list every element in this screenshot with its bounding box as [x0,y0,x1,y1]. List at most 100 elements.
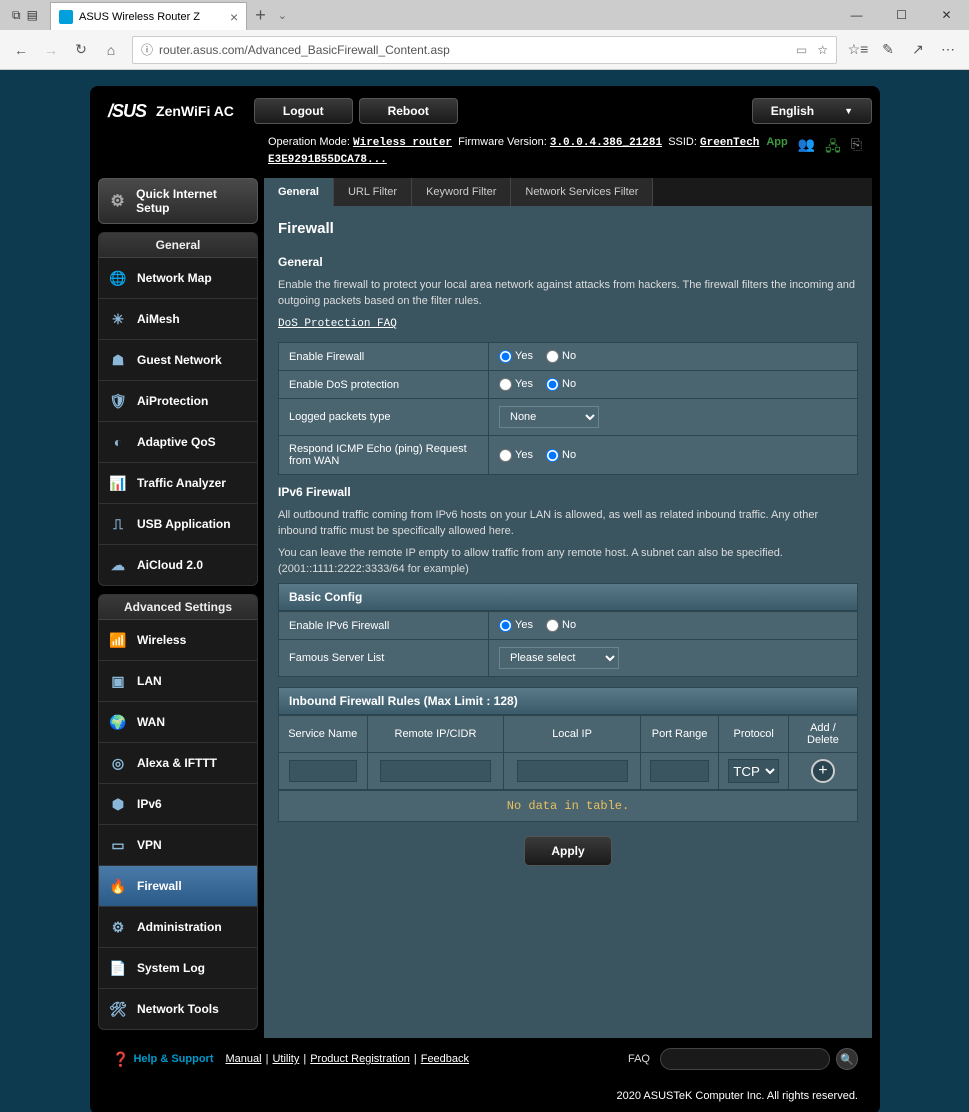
logged-packets-select[interactable]: None [499,406,599,428]
guest-icon: ☗ [107,350,129,370]
faq-search-button[interactable]: 🔍 [836,1048,858,1070]
apply-button[interactable]: Apply [524,836,611,866]
usb-icon[interactable]: ⎘ [851,136,862,160]
sidebar-aiprotection[interactable]: 🛡AiProtection [99,381,257,422]
op-mode-link[interactable]: Wireless router [353,137,452,149]
wan-icon: 🌍 [107,712,129,732]
tab-url-filter[interactable]: URL Filter [334,178,412,206]
url-bar[interactable]: ⓘ router.asus.com/Advanced_BasicFirewall… [132,36,837,64]
firmware-link[interactable]: 3.0.0.4.386_21281 [550,137,662,149]
notes-icon[interactable]: ✎ [873,35,903,65]
lan-icon: ▣ [107,671,129,691]
gear-icon: ⚙ [107,190,128,212]
col-local-ip: Local IP [504,716,640,753]
nav-refresh[interactable]: ↻ [66,35,96,65]
sidebar-lan[interactable]: ▣LAN [99,661,257,702]
sidebar-adaptive-qos[interactable]: ◐Adaptive QoS [99,422,257,463]
input-service-name[interactable] [289,760,357,782]
quick-internet-setup[interactable]: ⚙ Quick Internet Setup [98,178,258,224]
page-title: Firewall [278,220,858,237]
mac-link[interactable]: E3E9291B55DCA78... [268,154,387,166]
browser-tab-strip: ⧉▤ ASUS Wireless Router Z × + ⌄ — ☐ ✕ [0,0,969,30]
select-protocol[interactable]: TCP [728,759,779,783]
window-minimize[interactable]: — [834,0,879,30]
enable-firewall-yes[interactable] [499,350,512,363]
sidebar-network-map[interactable]: 🌐Network Map [99,258,257,299]
help-support-label: Help & Support [133,1053,213,1065]
logout-button[interactable]: Logout [254,98,353,124]
sidebar-aimesh[interactable]: ✳AiMesh [99,299,257,340]
clients-icon[interactable]: 👥 [798,136,815,160]
enable-dos-no[interactable] [546,378,559,391]
network-icon[interactable]: 🖧 [825,136,841,160]
sidebar-ipv6[interactable]: ⬢IPv6 [99,784,257,825]
sidebar-traffic-analyzer[interactable]: 📊Traffic Analyzer [99,463,257,504]
nav-forward[interactable]: → [36,35,66,65]
sidebar-vpn[interactable]: ▭VPN [99,825,257,866]
fire-icon: 🔥 [107,876,129,896]
col-protocol: Protocol [719,716,788,753]
tab-network-services-filter[interactable]: Network Services Filter [511,178,653,206]
icmp-no[interactable] [546,449,559,462]
globe-icon: 🌐 [107,268,129,288]
sidebar-alexa-ifttt[interactable]: ◎Alexa & IFTTT [99,743,257,784]
ipv6-firewall-no[interactable] [546,619,559,632]
sidebar-system-log[interactable]: 📄System Log [99,948,257,989]
famous-server-select[interactable]: Please select [499,647,619,669]
general-heading: General [278,255,858,269]
chart-icon: 📊 [107,473,129,493]
sidebar-wireless[interactable]: 📶Wireless [99,620,257,661]
sidebar-guest-network[interactable]: ☗Guest Network [99,340,257,381]
sidebar-administration[interactable]: ⚙Administration [99,907,257,948]
footer-manual[interactable]: Manual [226,1053,262,1065]
reboot-button[interactable]: Reboot [359,98,458,124]
input-port-range[interactable] [650,760,709,782]
share-icon[interactable]: ↗ [903,35,933,65]
sidebar-usb-application[interactable]: ⎍USB Application [99,504,257,545]
nav-home[interactable]: ⌂ [96,35,126,65]
language-selector[interactable]: English▼ [752,98,872,124]
reader-icon[interactable]: ▭ [796,43,807,57]
mesh-icon: ✳ [107,309,129,329]
sidebar-aicloud[interactable]: ☁AiCloud 2.0 [99,545,257,585]
footer-feedback[interactable]: Feedback [421,1053,469,1065]
browser-nav-bar: ← → ↻ ⌂ ⓘ router.asus.com/Advanced_Basic… [0,30,969,70]
input-local-ip[interactable] [517,760,628,782]
tab-close-icon[interactable]: × [230,9,238,25]
sidebar-general-header: General [99,233,257,258]
ssid-link[interactable]: GreenTech [700,137,759,149]
icmp-yes[interactable] [499,449,512,462]
more-icon[interactable]: ⋯ [933,35,963,65]
tab-overflow-icon[interactable]: ⌄ [278,9,287,22]
sidebar-network-tools[interactable]: 🛠Network Tools [99,989,257,1029]
enable-firewall-no[interactable] [546,350,559,363]
input-remote-ip[interactable] [380,760,491,782]
footer-product-registration[interactable]: Product Registration [310,1053,410,1065]
window-maximize[interactable]: ☐ [879,0,924,30]
model-name: ZenWiFi AC [156,103,234,119]
tools-icon: 🛠 [107,999,129,1019]
faq-search-input[interactable] [660,1048,830,1070]
app-link[interactable]: App [766,136,787,160]
favorites-icon[interactable]: ☆≡ [843,35,873,65]
tab-title: ASUS Wireless Router Z [79,11,200,23]
sidebar-firewall[interactable]: 🔥Firewall [99,866,257,907]
ipv6-firewall-yes[interactable] [499,619,512,632]
window-close[interactable]: ✕ [924,0,969,30]
tab-keyword-filter[interactable]: Keyword Filter [412,178,511,206]
basic-config-header: Basic Config [278,583,858,611]
nav-back[interactable]: ← [6,35,36,65]
col-add-delete: Add / Delete [788,716,857,753]
tab-general[interactable]: General [264,178,334,206]
col-service-name: Service Name [279,716,368,753]
sidebar-wan[interactable]: 🌍WAN [99,702,257,743]
dos-faq-link[interactable]: DoS Protection FAQ [278,318,397,330]
add-rule-button[interactable]: + [811,759,835,783]
enable-dos-yes[interactable] [499,378,512,391]
favorite-icon[interactable]: ☆ [817,43,828,57]
browser-tab[interactable]: ASUS Wireless Router Z × [50,2,247,30]
usb-side-icon: ⎍ [107,514,129,534]
chevron-down-icon: ▼ [844,106,853,116]
footer-utility[interactable]: Utility [272,1053,299,1065]
new-tab-button[interactable]: + [255,5,266,26]
